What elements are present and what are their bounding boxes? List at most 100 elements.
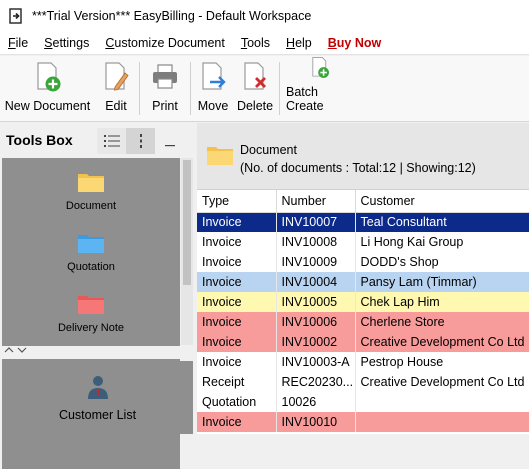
printer-icon	[153, 64, 177, 89]
toolbar: New Document Edit Print Move Delete Batc…	[0, 56, 529, 122]
minimize-panel-button[interactable]	[155, 128, 185, 154]
folder-icon	[207, 147, 233, 165]
cell-type: Invoice	[197, 352, 277, 372]
cell-number: INV10005	[276, 292, 356, 312]
table-row[interactable]: Invoice INV10005 Chek Lap Him	[197, 292, 529, 312]
tool-item-label: Document	[65, 200, 117, 212]
cell-number: INV10004	[276, 272, 356, 292]
batch-create-icon	[312, 57, 329, 78]
cell-type: Invoice	[197, 292, 277, 312]
toolbar-separator	[279, 62, 280, 115]
folder-icon	[78, 235, 104, 253]
folder-icon	[78, 174, 104, 192]
chevron-down-icon	[17, 347, 26, 353]
menu-file[interactable]: File	[0, 36, 36, 50]
tool-item-delivery-note[interactable]: Delivery Note	[2, 293, 180, 334]
menu-buy-label: uy Now	[336, 35, 382, 50]
list-view-icon	[103, 135, 120, 147]
table-row[interactable]: Quotation 10026	[197, 392, 529, 412]
menu-customize-document[interactable]: Customize Document	[97, 36, 233, 50]
table-row[interactable]: Invoice INV10009 DODD's Shop	[197, 252, 529, 272]
documents-table: Type Number Customer Invoice INV10007 Teal…	[197, 190, 529, 432]
delete-button[interactable]: Delete	[233, 56, 277, 121]
delete-icon	[244, 62, 266, 90]
table-row[interactable]: Invoice INV10010	[197, 412, 529, 432]
new-document-button[interactable]: New Document	[0, 56, 95, 121]
menu-settings[interactable]: Settings	[36, 36, 97, 50]
cell-number: INV10006	[276, 312, 356, 332]
menu-file-accel: F	[8, 35, 16, 50]
menu-help[interactable]: Help	[278, 36, 320, 50]
batch-create-label: Batch Create	[286, 85, 324, 113]
cell-number: INV10003-A	[276, 352, 356, 372]
tools-scrollbar[interactable]	[181, 158, 193, 345]
cell-customer	[355, 392, 529, 412]
scrollbar-thumb[interactable]	[183, 160, 191, 285]
menu-buy-accel: B	[327, 35, 337, 50]
cell-type: Invoice	[197, 212, 277, 232]
cell-number: INV10009	[276, 252, 356, 272]
cell-type: Receipt	[197, 372, 277, 392]
column-header-number[interactable]: Number	[276, 190, 356, 213]
cell-number: INV10008	[276, 232, 356, 252]
menu-help-accel: H	[286, 35, 296, 50]
cell-number: INV10007	[276, 212, 356, 232]
icon-view-button[interactable]	[126, 128, 155, 154]
cell-customer: Pestrop House	[355, 352, 529, 372]
batch-create-button[interactable]: Batch Create	[282, 56, 358, 121]
cell-number: 10026	[276, 392, 356, 412]
toolbar-separator	[190, 62, 191, 115]
table-row[interactable]: Invoice INV10002 Creative Development Co L…	[197, 332, 529, 352]
column-header-type[interactable]: Type	[197, 190, 277, 213]
cell-customer: Creative Development Co Ltd	[355, 332, 529, 352]
menu-settings-accel: S	[44, 35, 53, 50]
cell-number: INV10002	[276, 332, 356, 352]
tool-item-document[interactable]: Document	[2, 171, 180, 212]
menu-settings-label: ettings	[52, 35, 90, 50]
table-row[interactable]: Invoice INV10004 Pansy Lam (Timmar)	[197, 272, 529, 292]
toolbar-separator	[139, 62, 140, 115]
menu-tools[interactable]: Tools	[233, 36, 278, 50]
move-icon	[202, 62, 226, 90]
table-row[interactable]: Invoice INV10003-A Pestrop House	[197, 352, 529, 372]
tools-box-title: Tools Box	[6, 132, 73, 148]
list-view-button[interactable]	[97, 128, 126, 154]
cell-type: Quotation	[197, 392, 277, 412]
cell-number: REC20230...	[276, 372, 356, 392]
print-button[interactable]: Print	[142, 56, 188, 121]
move-button[interactable]: Move	[193, 56, 233, 121]
cell-customer: Creative Development Co Ltd	[355, 372, 529, 392]
menu-buy-now[interactable]: Buy Now	[320, 36, 389, 50]
documents-header: Document (No. of documents : Total:12 | …	[197, 123, 529, 190]
folder-icon	[78, 296, 104, 314]
new-document-icon	[36, 62, 60, 92]
print-label: Print	[152, 99, 178, 113]
table-row[interactable]: Invoice INV10006 Cherlene Store	[197, 312, 529, 332]
window-title: ***Trial Version*** EasyBilling - Defaul…	[32, 8, 312, 23]
delete-label: Delete	[236, 99, 274, 113]
edit-button[interactable]: Edit	[95, 56, 137, 121]
table-header-row: Type Number Customer	[197, 190, 529, 213]
tool-item-quotation[interactable]: Quotation	[2, 232, 180, 273]
title-bar: ***Trial Version*** EasyBilling - Defaul…	[0, 0, 529, 31]
cell-type: Invoice	[197, 332, 277, 352]
edit-label: Edit	[105, 99, 127, 113]
minimize-icon	[165, 145, 175, 147]
chevron-up-icon	[4, 347, 14, 353]
customer-list-button[interactable]: Customer List	[2, 361, 193, 434]
new-document-label: New Document	[4, 99, 91, 113]
cell-customer: Cherlene Store	[355, 312, 529, 332]
table-row[interactable]: Invoice INV10008 Li Hong Kai Group	[197, 232, 529, 252]
panel-splitter[interactable]	[2, 346, 193, 359]
column-header-customer[interactable]: Customer	[355, 190, 529, 213]
table-row[interactable]: Receipt REC20230... Creative Development C…	[197, 372, 529, 392]
menu-tools-label: ools	[247, 35, 271, 50]
cell-type: Invoice	[197, 412, 277, 432]
table-row[interactable]: Invoice INV10007 Teal Consultant	[197, 212, 529, 232]
edit-icon	[105, 62, 129, 91]
menu-file-label: ile	[15, 35, 29, 50]
menu-bar: File Settings Customize Document Tools H…	[0, 31, 529, 55]
tool-item-label: Delivery Note	[57, 322, 125, 334]
cell-type: Invoice	[197, 252, 277, 272]
tools-box-panel: Tools Box Document Quotation Delivery No…	[0, 123, 195, 469]
